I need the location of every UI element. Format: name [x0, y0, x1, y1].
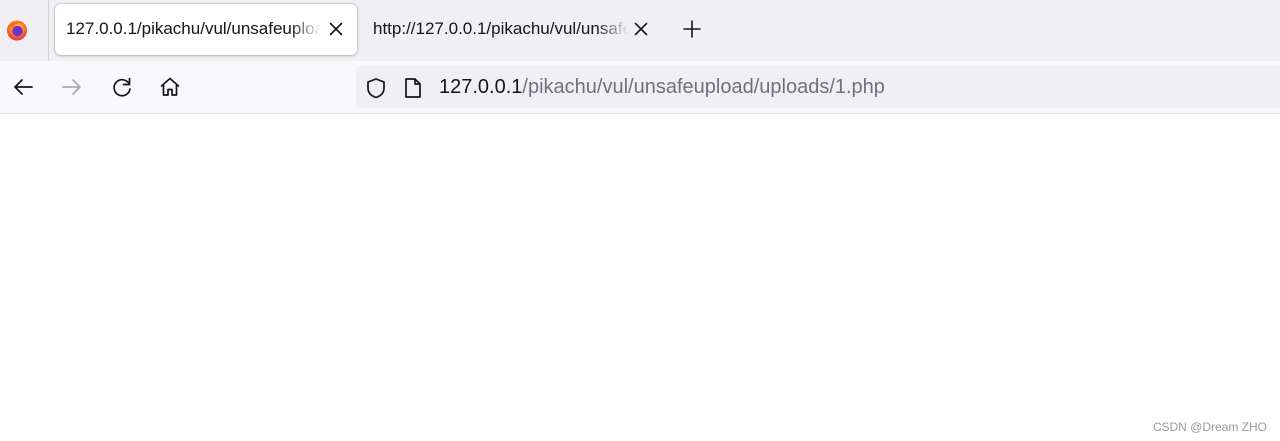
reload-button[interactable]	[110, 75, 134, 99]
watermark: CSDN @Dream ZHO	[1152, 420, 1267, 434]
tab-title: http://127.0.0.1/pikachu/vul/unsafeuploa…	[373, 19, 628, 38]
close-icon[interactable]	[633, 21, 649, 37]
arrow-left-icon	[14, 79, 33, 95]
home-icon	[160, 77, 180, 96]
tab-title: 127.0.0.1/pikachu/vul/unsafeupload/uploa…	[66, 19, 321, 38]
page-content	[0, 114, 1280, 441]
firefox-logo-icon[interactable]	[5, 18, 29, 42]
shield-icon[interactable]	[365, 77, 387, 99]
url-text[interactable]: 127.0.0.1/pikachu/vul/unsafeupload/uploa…	[439, 76, 885, 99]
arrow-right-icon	[62, 79, 81, 95]
back-button[interactable]	[11, 75, 35, 99]
new-tab-button[interactable]	[682, 19, 702, 39]
address-bar[interactable]: 127.0.0.1/pikachu/vul/unsafeupload/uploa…	[356, 66, 1280, 108]
home-button[interactable]	[158, 75, 182, 99]
tab-separator	[48, 0, 49, 61]
url-host: 127.0.0.1	[439, 76, 523, 98]
tab-active[interactable]: 127.0.0.1/pikachu/vul/unsafeupload/uploa…	[55, 4, 357, 55]
url-path: /pikachu/vul/unsafeupload/uploads/1.php	[522, 76, 885, 98]
reload-icon	[113, 77, 131, 97]
tab-strip: 127.0.0.1/pikachu/vul/unsafeupload/uploa…	[0, 0, 1280, 61]
navigation-toolbar: 127.0.0.1/pikachu/vul/unsafeupload/uploa…	[0, 61, 1280, 113]
close-icon[interactable]	[328, 21, 344, 37]
forward-button[interactable]	[60, 75, 84, 99]
page-icon[interactable]	[403, 77, 423, 99]
tab-inactive[interactable]: http://127.0.0.1/pikachu/vul/unsafeuploa…	[362, 4, 662, 55]
plus-icon	[683, 20, 701, 38]
